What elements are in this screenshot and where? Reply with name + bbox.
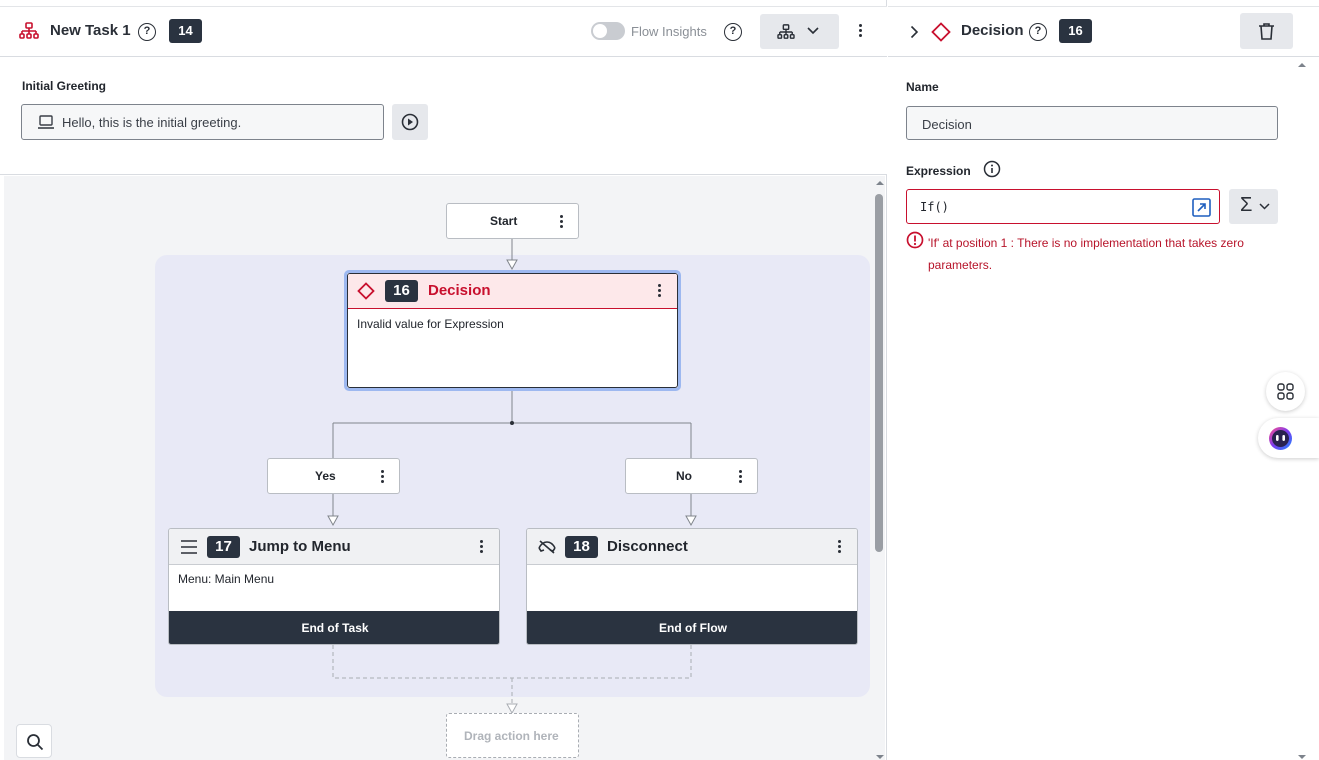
jump-footer: End of Task <box>169 611 499 644</box>
drop-zone-label: Drag action here <box>464 729 559 743</box>
branch-yes-more-icon[interactable] <box>381 470 385 485</box>
expand-editor-icon[interactable] <box>1192 198 1211 217</box>
decision-title: Decision <box>428 282 491 299</box>
laptop-icon <box>38 115 54 129</box>
drag-action-drop-zone[interactable]: Drag action here <box>446 713 579 758</box>
error-icon <box>906 231 924 249</box>
toggle-knob <box>593 24 607 38</box>
properties-panel: Decision ? 16 Name Decision Expression I… <box>888 0 1319 760</box>
play-greeting-button[interactable] <box>392 104 428 140</box>
chevron-right-icon[interactable] <box>910 25 919 39</box>
initial-greeting-input[interactable]: Hello, this is the initial greeting. <box>21 104 384 140</box>
branch-no-more-icon[interactable] <box>739 470 743 485</box>
functions-dropdown-button[interactable]: Σ <box>1229 189 1278 224</box>
panel-title: Decision <box>961 22 1024 39</box>
flow-insights-label: Flow Insights <box>631 24 707 39</box>
initial-greeting-section: Initial Greeting Hello, this is the init… <box>0 57 887 175</box>
start-node[interactable]: Start <box>446 203 579 239</box>
scroll-up-icon[interactable] <box>875 180 885 186</box>
jump-card-header: 17 Jump to Menu <box>169 529 499 565</box>
task-tree-icon <box>19 22 39 39</box>
jump-to-menu-card[interactable]: 17 Jump to Menu Menu: Main Menu End of T… <box>168 528 500 645</box>
decision-number-badge: 16 <box>385 280 418 302</box>
chevron-down-icon <box>807 27 819 35</box>
play-circle-icon <box>401 113 419 131</box>
name-input-value: Decision <box>922 117 972 132</box>
branch-no-node[interactable]: No <box>625 458 758 494</box>
question-circle-icon[interactable]: ? <box>138 23 156 41</box>
info-icon[interactable] <box>983 160 1001 178</box>
jump-title: Jump to Menu <box>249 538 351 555</box>
assistant-bot-icon <box>1269 427 1292 450</box>
canvas-scroll-thumb[interactable] <box>875 194 883 552</box>
panel-scroll-down-icon[interactable] <box>1297 754 1307 760</box>
task-header: New Task 1 ? 14 Flow Insights ? <box>0 6 887 57</box>
jump-number-badge: 17 <box>207 536 240 558</box>
expression-error-text: 'If' at position 1 : There is no impleme… <box>928 236 1244 272</box>
search-icon <box>27 734 44 751</box>
start-more-icon[interactable] <box>560 215 564 230</box>
flow-insights-help-icon[interactable]: ? <box>724 23 742 41</box>
jump-body: Menu: Main Menu <box>178 572 275 586</box>
decision-card-header: 16 Decision <box>348 274 677 309</box>
expression-label: Expression <box>906 164 971 178</box>
branch-yes-label: Yes <box>315 469 336 483</box>
diamond-icon <box>357 282 375 300</box>
branch-yes-node[interactable]: Yes <box>267 458 400 494</box>
disconnect-more-icon[interactable] <box>838 540 842 555</box>
panel-number-badge: 16 <box>1059 19 1092 43</box>
disconnect-card[interactable]: 18 Disconnect End of Flow <box>526 528 858 645</box>
branch-no-label: No <box>676 469 692 483</box>
org-chart-icon <box>777 24 795 39</box>
initial-greeting-value: Hello, this is the initial greeting. <box>62 115 242 130</box>
assistant-floating-button[interactable] <box>1258 418 1319 458</box>
canvas-scrollbar[interactable] <box>874 176 885 760</box>
scroll-down-icon[interactable] <box>875 754 885 760</box>
menu-lines-icon <box>181 540 197 554</box>
disconnect-icon <box>538 540 556 554</box>
disconnect-footer: End of Flow <box>527 611 857 644</box>
header-more-icon[interactable] <box>859 24 863 39</box>
chevron-down-icon <box>1259 203 1270 210</box>
panel-help-icon[interactable]: ? <box>1029 23 1047 41</box>
flow-insights-toggle[interactable] <box>591 22 625 40</box>
decision-card[interactable]: 16 Decision Invalid value for Expression <box>347 273 678 388</box>
flow-editor-pane: New Task 1 ? 14 Flow Insights ? Initial … <box>0 0 887 760</box>
initial-greeting-label: Initial Greeting <box>22 79 107 93</box>
decision-error-message: Invalid value for Expression <box>357 317 504 331</box>
task-title: New Task 1 <box>50 22 131 39</box>
task-number-badge: 14 <box>169 19 202 43</box>
flow-canvas[interactable]: Start 16 Decision Invalid value for Expr… <box>4 176 874 760</box>
delete-action-button[interactable] <box>1240 13 1293 49</box>
decision-more-icon[interactable] <box>658 284 662 299</box>
panel-scroll-up-icon[interactable] <box>1297 62 1307 68</box>
trash-icon <box>1259 23 1274 40</box>
jump-more-icon[interactable] <box>480 540 484 555</box>
disconnect-number-badge: 18 <box>565 536 598 558</box>
disconnect-title: Disconnect <box>607 538 688 555</box>
expression-input[interactable]: If() <box>906 189 1220 224</box>
start-label: Start <box>490 214 518 228</box>
apps-grid-icon <box>1277 383 1294 400</box>
layout-dropdown-button[interactable] <box>760 14 839 49</box>
expression-input-value: If() <box>920 200 949 214</box>
name-input[interactable]: Decision <box>906 106 1278 140</box>
apps-floating-button[interactable] <box>1266 372 1305 411</box>
sigma-icon: Σ <box>1240 194 1253 216</box>
diamond-icon <box>931 22 951 42</box>
disconnect-card-header: 18 Disconnect <box>527 529 857 565</box>
panel-header: Decision ? 16 <box>888 6 1319 57</box>
name-label: Name <box>906 80 939 94</box>
canvas-search-button[interactable] <box>16 724 52 758</box>
